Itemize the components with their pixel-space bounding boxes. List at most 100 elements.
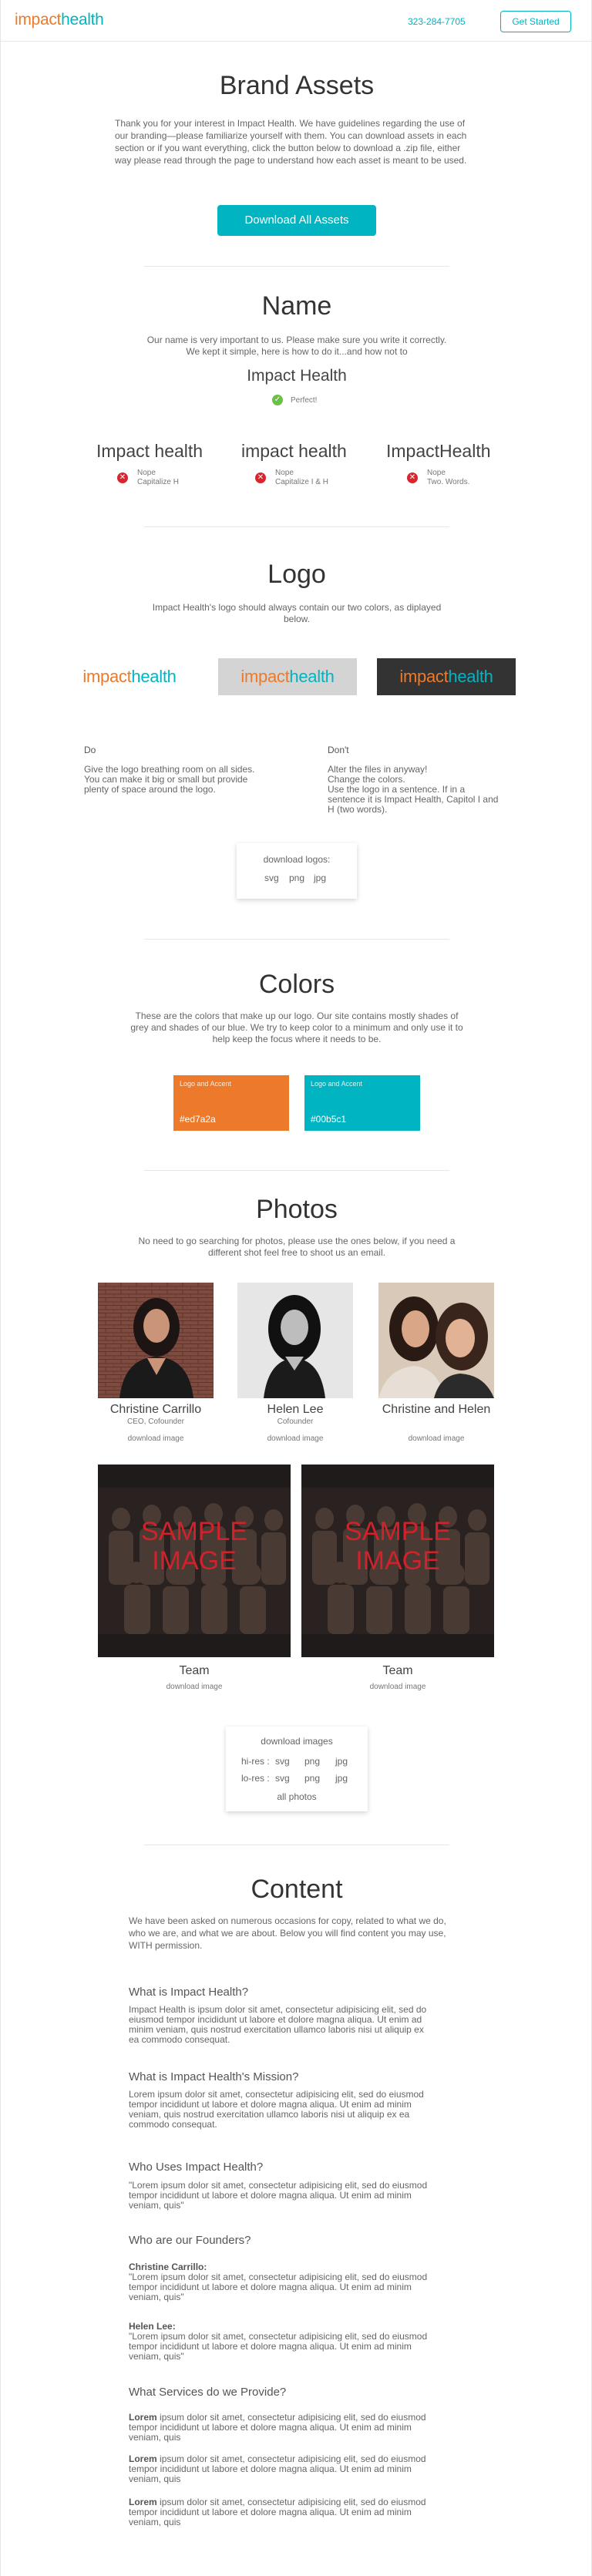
question-heading: What is Impact Health? — [129, 1986, 249, 1999]
logo-part-impact: impact — [240, 667, 290, 686]
download-image-link[interactable]: download image — [98, 1683, 291, 1691]
name-intro: Our name is very important to us. Please… — [146, 335, 447, 357]
hires-download-svg[interactable]: svg — [275, 1756, 290, 1767]
logo-part-health: health — [448, 667, 493, 686]
answer-text: Lorem ipsum dolor sit amet, consectetur … — [129, 2089, 424, 2130]
swatch-hex: #00b5c1 — [311, 1114, 347, 1125]
founder-quote: "Lorem ipsum dolor sit amet, consectetur… — [129, 2331, 428, 2362]
portrait-image — [378, 1283, 494, 1398]
hires-download-png[interactable]: png — [304, 1756, 320, 1767]
logo-download-svg[interactable]: svg — [264, 873, 279, 883]
logo-on-grey: impacthealth — [218, 658, 357, 695]
download-images-title: download images — [261, 1736, 333, 1747]
download-image-link[interactable]: download image — [301, 1683, 494, 1691]
name-correct-note: Perfect! — [291, 396, 318, 405]
service-item: Lorem ipsum dolor sit amet, consectetur … — [129, 2413, 431, 2443]
brand-intro: Thank you for your interest in Impact He… — [115, 118, 467, 166]
name-wrong-1: Impact health — [96, 441, 204, 461]
answer-text: Impact Health is ipsum dolor sit amet, c… — [129, 2004, 427, 2045]
logo-download-jpg[interactable]: jpg — [314, 873, 326, 883]
name-wrong-2-verdict: Nope — [275, 469, 294, 477]
download-image-link[interactable]: download image — [363, 1434, 510, 1443]
question-heading: What Services do we Provide? — [129, 2386, 287, 2399]
name-wrong-3: ImpactHealth — [386, 441, 491, 461]
phone-link[interactable]: 323-284-7705 — [408, 16, 466, 27]
site-logo[interactable]: impacthealth — [15, 11, 104, 29]
name-correct: Impact Health — [247, 367, 347, 385]
color-swatch-orange: Logo and Accent #ed7a2a — [173, 1075, 289, 1131]
logo-part-impact: impact — [399, 667, 449, 686]
service-text: ipsum dolor sit amet, consectetur adipis… — [129, 2453, 426, 2484]
download-image-link[interactable]: download image — [222, 1434, 368, 1443]
site-header: impacthealth 323-284-7705 Get Started — [1, 0, 591, 42]
logo-download-png[interactable]: png — [289, 873, 304, 883]
lores-download-jpg[interactable]: jpg — [335, 1773, 348, 1784]
download-all-button[interactable]: Download All Assets — [217, 205, 376, 236]
person-name: Christine and Helen — [382, 1403, 491, 1416]
service-text: ipsum dolor sit amet, consectetur adipis… — [129, 2497, 426, 2527]
logo-part-impact: impact — [82, 667, 132, 686]
name-wrong-2: impact health — [241, 441, 347, 461]
content-heading: Content — [251, 1875, 343, 1904]
service-lead: Lorem — [129, 2412, 157, 2423]
person-name: Helen Lee — [267, 1403, 324, 1416]
get-started-button[interactable]: Get Started — [500, 11, 571, 32]
do-heading: Do — [84, 745, 96, 755]
team-photo-2[interactable]: SAMPLE IMAGE — [301, 1465, 494, 1657]
team-name: Team — [179, 1664, 210, 1677]
logo-on-white: impacthealth — [72, 658, 187, 695]
page-title: Brand Assets — [219, 71, 375, 100]
logo-part-health: health — [61, 11, 104, 29]
service-lead: Lorem — [129, 2453, 157, 2464]
logo-heading: Logo — [267, 560, 326, 589]
download-logos-card: download logos: svg png jpg — [237, 843, 357, 899]
all-photos-link[interactable]: all photos — [226, 1791, 368, 1802]
divider — [144, 526, 449, 527]
sample-image-stamp: SAMPLE IMAGE — [345, 1517, 451, 1576]
download-image-link[interactable]: download image — [82, 1434, 229, 1443]
logo-part-health: health — [289, 667, 335, 686]
sample-image-stamp: SAMPLE IMAGE — [141, 1517, 247, 1576]
photos-intro: No need to go searching for photos, plea… — [138, 1236, 456, 1258]
name-wrong-3-verdict: Nope — [427, 469, 446, 477]
lores-download-svg[interactable]: svg — [275, 1773, 290, 1784]
divider — [144, 266, 449, 267]
answer-text: "Lorem ipsum dolor sit amet, consectetur… — [129, 2180, 428, 2211]
portrait-image — [237, 1283, 353, 1398]
name-wrong-2-reason: Capitalize I & H — [275, 478, 328, 486]
logo-part-health: health — [131, 667, 177, 686]
lores-download-png[interactable]: png — [304, 1773, 320, 1784]
colors-intro: These are the colors that make up our lo… — [130, 1011, 463, 1044]
hires-label: hi-res : — [241, 1756, 270, 1767]
photo-helen-lee[interactable] — [237, 1283, 353, 1398]
service-item: Lorem ipsum dolor sit amet, consectetur … — [129, 2454, 431, 2484]
cross-icon: ✕ — [407, 472, 418, 483]
team-photo-1[interactable]: SAMPLE IMAGE — [98, 1465, 291, 1657]
team-name: Team — [382, 1664, 413, 1677]
cross-icon: ✕ — [255, 472, 266, 483]
service-lead: Lorem — [129, 2497, 157, 2507]
logo-intro: Impact Health's logo should always conta… — [152, 602, 442, 624]
download-logos-title: download logos: — [263, 854, 331, 865]
dont-line: Use the logo in a sentence. If in a sent… — [328, 784, 499, 815]
hires-download-jpg[interactable]: jpg — [335, 1756, 348, 1767]
photo-christine-and-helen[interactable] — [378, 1283, 494, 1398]
person-name: Christine Carrillo — [109, 1403, 202, 1416]
lores-label: lo-res : — [241, 1773, 270, 1784]
divider — [144, 939, 449, 940]
question-heading: Who Uses Impact Health? — [129, 2161, 264, 2174]
name-wrong-3-reason: Two. Words. — [427, 478, 470, 486]
check-icon: ✓ — [272, 395, 283, 405]
color-swatch-teal: Logo and Accent #00b5c1 — [304, 1075, 420, 1131]
logo-on-dark: impacthealth — [377, 658, 516, 695]
logo-part-impact: impact — [15, 11, 62, 29]
name-wrong-1-reason: Capitalize H — [137, 478, 179, 486]
download-images-card: download images hi-res : svg png jpg lo-… — [226, 1727, 368, 1811]
photo-christine-carrillo[interactable] — [98, 1283, 214, 1398]
service-text: ipsum dolor sit amet, consectetur adipis… — [129, 2412, 426, 2443]
swatch-hex: #ed7a2a — [180, 1114, 216, 1125]
page: impacthealth 323-284-7705 Get Started Br… — [0, 0, 592, 2576]
content-intro: We have been asked on numerous occasions… — [129, 1915, 446, 1951]
founder-name-text: Christine Carrillo: — [129, 2262, 207, 2272]
founder-quote: "Lorem ipsum dolor sit amet, consectetur… — [129, 2272, 428, 2302]
